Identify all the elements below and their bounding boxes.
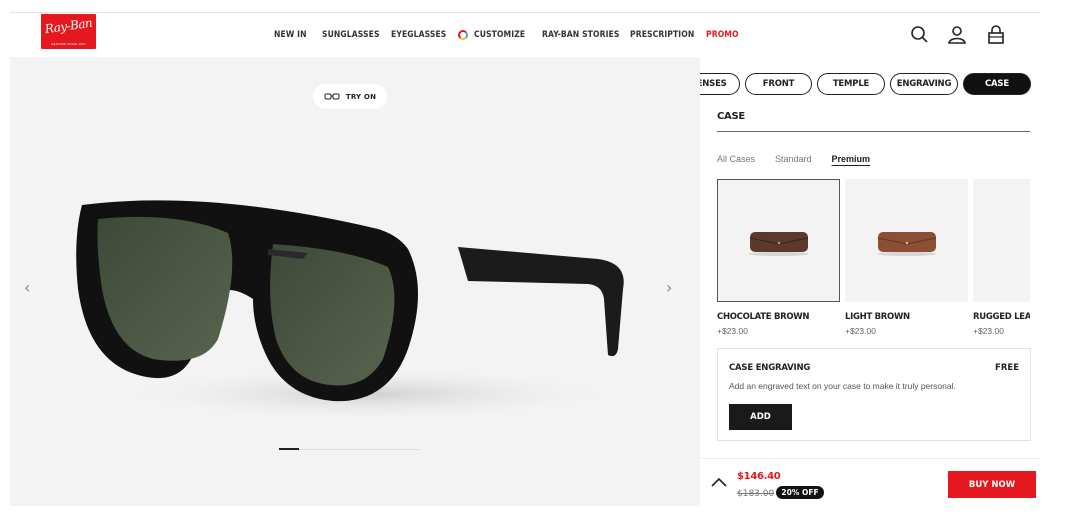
original-price: $183.00	[737, 489, 775, 499]
try-on-label: TRY ON	[345, 92, 377, 101]
nav-label: PRESCRIPTION	[630, 30, 695, 40]
section-title: CASE	[717, 111, 745, 122]
case-price: +$23.00	[717, 326, 748, 336]
case-name: LIGHT BROWN	[845, 312, 910, 322]
case-engraving-panel: CASE ENGRAVING FREE Add an engraved text…	[717, 348, 1031, 441]
tab-label: TEMPLE	[832, 79, 870, 89]
case-name: RUGGED LEATHER	[973, 312, 1030, 322]
tab-temple[interactable]: TEMPLE	[817, 73, 885, 95]
engraving-free-tag: FREE	[995, 363, 1019, 373]
case-card-light-brown[interactable]: LIGHT BROWN +$23.00	[845, 179, 968, 336]
glasses-icon	[324, 93, 340, 99]
case-image	[717, 179, 840, 302]
nav-new-in[interactable]: NEW IN	[274, 30, 307, 40]
filter-standard[interactable]: Standard	[775, 154, 812, 164]
tab-front[interactable]: FRONT	[745, 73, 812, 95]
nav-sunglasses[interactable]: SUNGLASSES	[322, 30, 380, 40]
carousel-indicator[interactable]	[279, 448, 299, 450]
tab-label: ENGRAVING	[896, 79, 952, 89]
chevron-up-icon[interactable]	[711, 477, 727, 487]
nav-prescription[interactable]: PRESCRIPTION	[630, 30, 694, 40]
nav-label: SUNGLASSES	[322, 30, 380, 40]
filter-premium[interactable]: Premium	[832, 154, 871, 164]
nav-eyeglasses[interactable]: EYEGLASSES	[391, 30, 446, 40]
logo-tagline: GENUINE SINCE 1937	[51, 42, 86, 46]
case-filters: All Cases Standard Premium	[717, 154, 890, 164]
prev-arrow-icon[interactable]: ‹	[24, 278, 30, 297]
search-icon[interactable]	[910, 25, 930, 45]
carousel-track	[279, 449, 420, 450]
case-card-chocolate-brown[interactable]: CHOCOLATE BROWN +$23.00	[717, 179, 840, 336]
config-tabs: LENSES FRONT TEMPLE ENGRAVING CASE	[700, 73, 1041, 95]
next-arrow-icon[interactable]: ›	[666, 278, 672, 297]
buy-now-button[interactable]: BUY NOW	[948, 471, 1036, 498]
nav-rayban-stories[interactable]: RAY-BAN STORIES	[542, 30, 619, 40]
nav-label: CUSTOMIZE	[474, 30, 526, 40]
tab-engraving[interactable]: ENGRAVING	[890, 73, 958, 95]
filter-all-cases[interactable]: All Cases	[717, 154, 755, 164]
tab-label: CASE	[985, 79, 1009, 89]
engraving-description: Add an engraved text on your case to mak…	[729, 381, 956, 391]
nav-customize[interactable]: CUSTOMIZE	[458, 30, 525, 40]
site-header: Ray-Ban GENUINE SINCE 1937 NEW IN SUNGLA…	[0, 13, 1081, 57]
customize-icon	[458, 30, 468, 40]
engraving-title: CASE ENGRAVING	[729, 363, 811, 373]
sunglasses-image	[76, 200, 628, 422]
nav-label: PROMO	[706, 30, 739, 40]
discount-badge: 20% OFF	[776, 486, 824, 499]
current-price: $146.40	[737, 471, 781, 482]
case-name: CHOCOLATE BROWN	[717, 312, 810, 322]
case-card-rugged-leather[interactable]: RUGGED LEATHER +$23.00	[973, 179, 1030, 336]
add-engraving-button[interactable]: ADD	[729, 404, 792, 430]
case-price: +$23.00	[973, 326, 1004, 336]
product-viewer: TRY ON ‹ ›	[10, 57, 700, 506]
nav-label: RAY-BAN STORIES	[542, 30, 620, 40]
tab-lenses[interactable]: LENSES	[700, 73, 740, 95]
tab-label: FRONT	[762, 79, 795, 89]
account-icon[interactable]	[947, 25, 967, 45]
tab-label: LENSES	[700, 79, 727, 89]
checkout-bar: $146.40 $183.00 20% OFF BUY NOW	[700, 458, 1041, 508]
nav-label: NEW IN	[274, 30, 307, 40]
logo-script: Ray-Ban	[44, 15, 93, 37]
case-options: CHOCOLATE BROWN +$23.00 LIGHT BROWN +$23…	[717, 179, 1030, 344]
case-image	[973, 179, 1030, 302]
rayban-logo[interactable]: Ray-Ban GENUINE SINCE 1937	[41, 14, 96, 49]
nav-label: EYEGLASSES	[391, 30, 447, 40]
nav-promo[interactable]: PROMO	[706, 30, 739, 40]
case-image	[845, 179, 968, 302]
section-divider	[717, 131, 1030, 132]
bag-icon[interactable]	[986, 25, 1006, 45]
try-on-button[interactable]: TRY ON	[313, 84, 387, 109]
tab-case[interactable]: CASE	[963, 73, 1031, 95]
case-price: +$23.00	[845, 326, 876, 336]
